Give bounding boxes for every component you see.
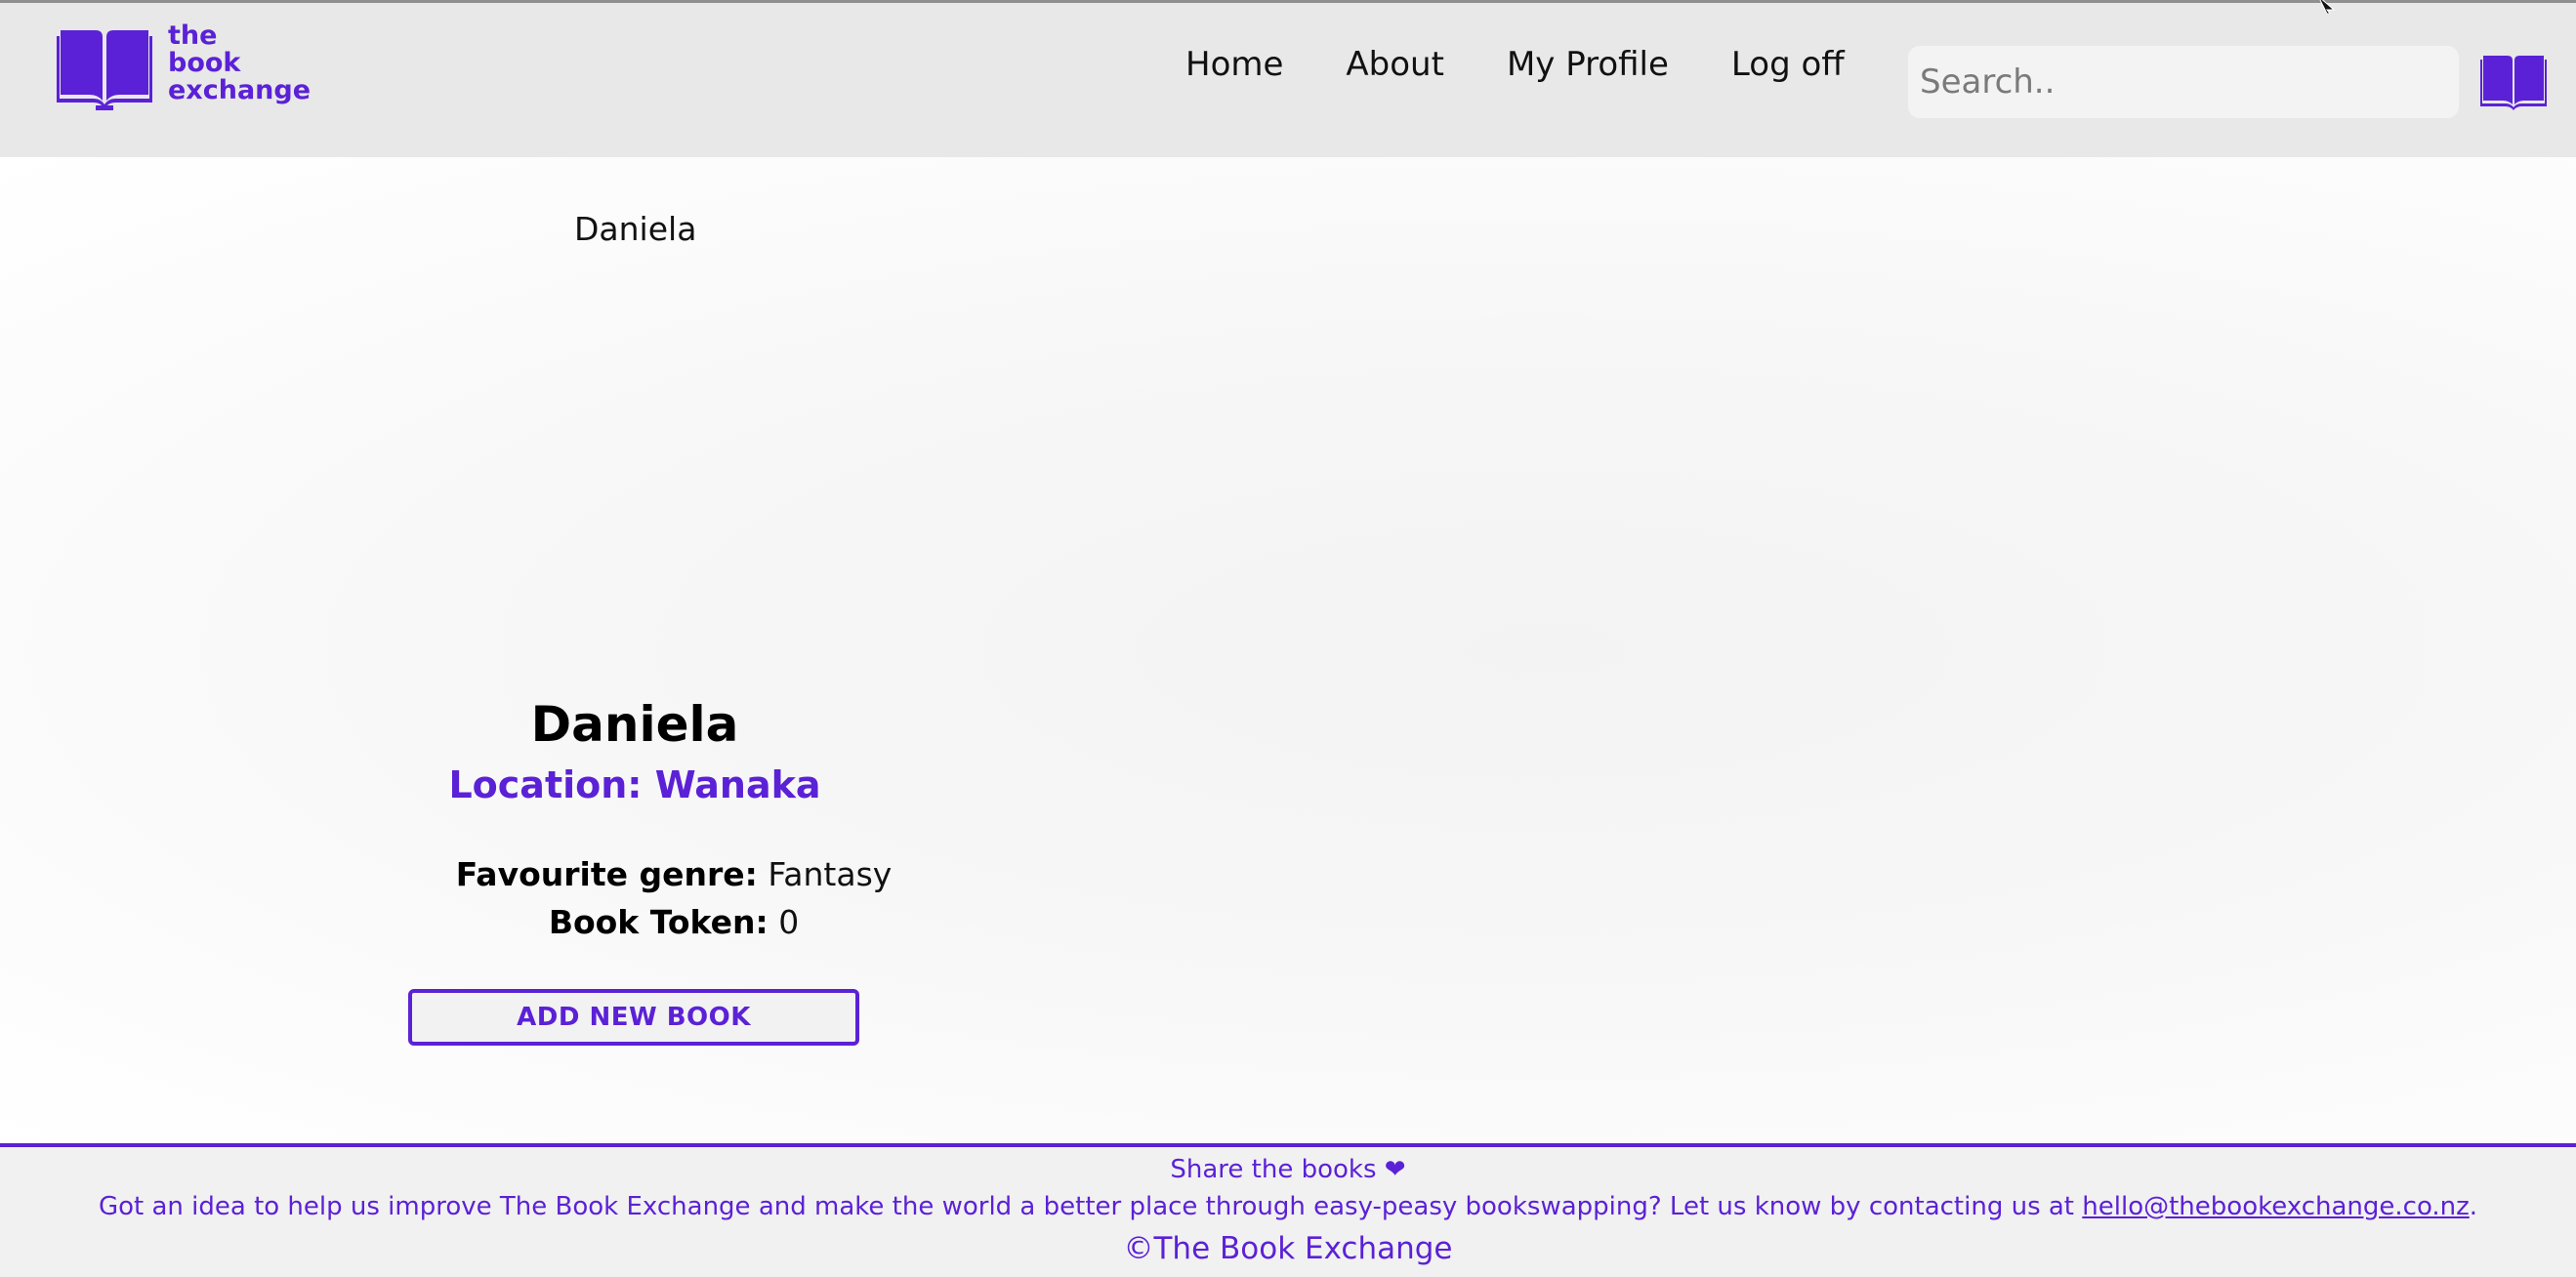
genre-label: Favourite genre: [455, 855, 758, 893]
brand-line-3: exchange [168, 75, 312, 105]
nav-home[interactable]: Home [1185, 45, 1283, 84]
open-book-icon [57, 24, 152, 110]
genre-value: Fantasy [768, 855, 893, 893]
footer-idea-end: . [2469, 1192, 2478, 1221]
nav-log-off[interactable]: Log off [1731, 45, 1845, 84]
token-value: 0 [778, 903, 800, 941]
location-value: Wanaka [654, 763, 821, 806]
site-header: the book exchange Home About My Profile … [0, 3, 2576, 157]
brand-wordmark: the book exchange [168, 22, 311, 104]
footer-idea-text: Got an idea to help us improve The Book … [98, 1192, 2083, 1221]
search-button[interactable] [2480, 52, 2547, 112]
book-token-row: Book Token: 0 [0, 903, 1348, 941]
site-footer: Share the books ❤ Got an idea to help us… [0, 1143, 2576, 1277]
nav-my-profile[interactable]: My Profile [1507, 45, 1669, 84]
profile-location: Location: Wanaka [0, 763, 1269, 806]
location-label: Location: [448, 763, 655, 806]
brand-line-2: book [168, 48, 241, 78]
open-book-icon [2480, 56, 2547, 110]
contact-email-link[interactable]: hello@thebookexchange.co.nz [2082, 1192, 2470, 1221]
favourite-genre-row: Favourite genre: Fantasy [0, 855, 1348, 893]
footer-tagline: Share the books ❤ [1170, 1155, 1406, 1184]
mouse-cursor-icon [2316, 0, 2342, 18]
profile-main: Daniela Daniela Location: Wanaka Favouri… [0, 157, 2576, 1143]
search-input[interactable] [1908, 46, 2459, 118]
profile-image-alt: Daniela [574, 210, 697, 248]
add-new-book-button[interactable]: ADD NEW BOOK [408, 989, 859, 1046]
footer-copyright: ©The Book Exchange [1123, 1231, 1453, 1266]
nav-about[interactable]: About [1346, 45, 1444, 84]
brand-line-1: the [168, 21, 218, 51]
footer-contact-text: Got an idea to help us improve The Book … [0, 1192, 2576, 1221]
token-label: Book Token: [548, 903, 769, 941]
profile-name: Daniela [530, 696, 739, 753]
main-nav: Home About My Profile Log off [1185, 45, 1845, 84]
brand-logo[interactable]: the book exchange [57, 22, 311, 110]
